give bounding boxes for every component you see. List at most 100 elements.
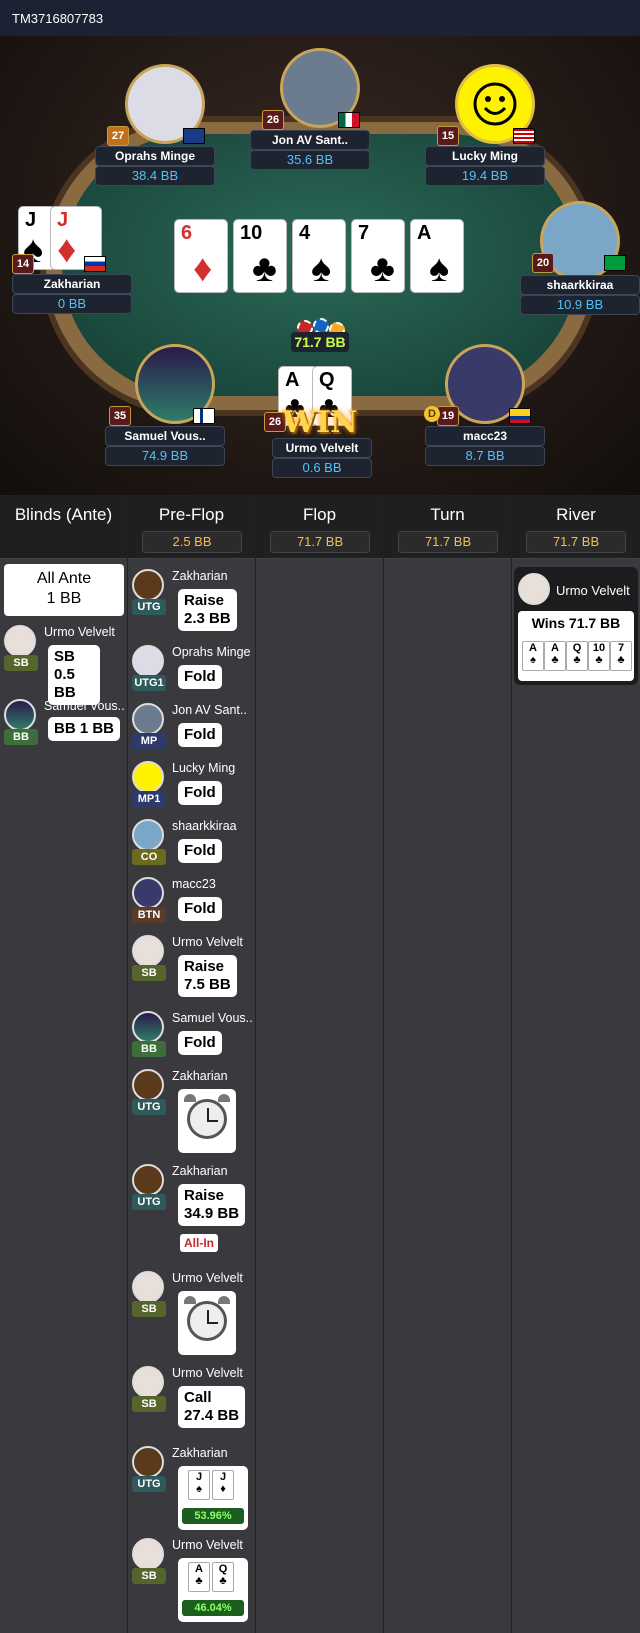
player-name: Urmo Velvelt	[272, 438, 372, 458]
position-badge: SB	[132, 965, 166, 981]
flag-icon	[338, 112, 360, 128]
action-row: UTG Zakharian	[128, 1067, 256, 1159]
player-name: Lucky Ming	[425, 146, 545, 166]
action-bubble: Raise 2.3 BB	[178, 589, 237, 631]
action-row-showdown: SB Urmo Velvelt A ♣ Q ♣ 46.04%	[128, 1536, 256, 1628]
flag-icon	[513, 128, 535, 144]
position-badge: UTG	[132, 1099, 166, 1115]
blind-action: BB Samuel Vous.. BB 1 BB	[0, 697, 128, 757]
seat-samuel-vous[interactable]: 35 Samuel Vous.. 74.9 BB	[105, 344, 225, 474]
mini-card: Q ♣	[212, 1562, 234, 1592]
street-pot: 71.7 BB	[270, 531, 370, 553]
street-pot: 71.7 BB	[526, 531, 626, 553]
action-row-showdown: UTG Zakharian J ♠ J ♦ 53.96%	[128, 1444, 256, 1530]
action-bubble: Raise 34.9 BB	[178, 1184, 246, 1226]
hand-id-bar: TM3716807783	[0, 0, 640, 36]
column-river: River 71.7 BB Urmo Velvelt Wins 71.7 BB …	[512, 495, 640, 1633]
player-name: Samuel Vous..	[105, 426, 225, 446]
player-name: Jon AV Sant..	[172, 703, 247, 717]
avatar	[518, 573, 550, 605]
avatar	[132, 1366, 164, 1398]
position-badge: UTG	[132, 1476, 166, 1492]
player-name: Lucky Ming	[172, 761, 236, 775]
action-bubble: Call 27.4 BB	[178, 1386, 246, 1428]
mini-card: A ♣	[544, 641, 566, 671]
ante-amount: 1 BB	[46, 590, 82, 607]
seat-oprahs-minge[interactable]: 27 Oprahs Minge 38.4 BB	[95, 64, 215, 194]
avatar	[4, 699, 36, 731]
player-stack: 0.6 BB	[272, 458, 372, 478]
player-stack: 38.4 BB	[95, 166, 215, 186]
alarm-clock-icon	[178, 1089, 236, 1153]
column-preflop: Pre-Flop 2.5 BB UTG Zakharian Raise 2.3 B…	[128, 495, 256, 1633]
avatar	[132, 569, 164, 601]
player-stack: 10.9 BB	[520, 295, 640, 315]
player-name: Urmo Velvelt	[172, 1271, 243, 1285]
position-badge: UTG1	[132, 675, 166, 691]
action-row: CO shaarkkiraa Fold	[128, 817, 256, 877]
all-in-badge: All-In	[180, 1234, 218, 1252]
pot-amount: 71.7 BB	[291, 332, 349, 352]
player-name: Oprahs Minge	[95, 146, 215, 166]
column-header: Pre-Flop 2.5 BB	[128, 495, 255, 559]
action-row: BTN macc23 Fold	[128, 875, 256, 935]
action-row: MP1 Lucky Ming Fold	[128, 759, 256, 819]
player-stack: 19.4 BB	[425, 166, 545, 186]
player-stack: 8.7 BB	[425, 446, 545, 466]
player-name: Zakharian	[172, 1069, 228, 1083]
avatar	[132, 1446, 164, 1478]
smiley-avatar	[132, 761, 164, 793]
avatar	[132, 1271, 164, 1303]
flag-icon	[183, 128, 205, 144]
column-turn: Turn 71.7 BB	[384, 495, 512, 1633]
flag-icon	[604, 255, 626, 271]
seat-shaarkkiraa[interactable]: 20 shaarkkiraa 10.9 BB	[520, 201, 640, 331]
seat-macc23[interactable]: 19 macc23 8.7 BB	[425, 344, 545, 474]
player-stack: 74.9 BB	[105, 446, 225, 466]
mini-card: A ♠	[522, 641, 544, 671]
seat-lucky-ming[interactable]: 15 Lucky Ming 19.4 BB	[425, 64, 545, 194]
action-bubble: Fold	[178, 665, 222, 689]
position-badge: UTG	[132, 599, 166, 615]
player-name: Zakharian	[12, 274, 132, 294]
hand-id: TM3716807783	[12, 11, 104, 26]
player-name: Jon AV Sant..	[250, 130, 370, 150]
avatar	[132, 877, 164, 909]
win-badge: WIN	[282, 405, 358, 440]
action-row: UTG Zakharian Raise 34.9 BB All-In	[128, 1162, 256, 1262]
mini-card: A ♣	[188, 1562, 210, 1592]
avatar	[132, 819, 164, 851]
action-bubble: Fold	[178, 781, 222, 805]
player-name: macc23	[172, 877, 216, 891]
position-badge: SB	[132, 1396, 166, 1412]
flag-icon	[509, 408, 531, 424]
avatar	[132, 1164, 164, 1196]
winner-name: Urmo Velvelt	[556, 583, 630, 598]
position-badge: BB	[132, 1041, 166, 1057]
board-card: A ♠	[410, 219, 464, 293]
position-badge: SB	[4, 655, 38, 671]
action-bubble: SB 0.5 BB	[48, 645, 100, 705]
action-row: SB Urmo Velvelt Raise 7.5 BB	[128, 933, 256, 997]
mini-card: Q ♣	[566, 641, 588, 671]
seat-jon-av-sant[interactable]: 26 Jon AV Sant.. 35.6 BB	[250, 48, 370, 178]
poker-table-view: 27 Oprahs Minge 38.4 BB 26 Jon AV Sant..…	[0, 36, 640, 495]
winner-result-box: Wins 71.7 BB A ♠ A ♣ Q ♣ 10 ♣ 7 ♣	[518, 611, 634, 681]
player-name: Zakharian	[172, 1446, 228, 1460]
position-badge: UTG	[132, 1194, 166, 1210]
column-header: Flop 71.7 BB	[256, 495, 383, 559]
action-row: BB Samuel Vous.. Fold	[128, 1009, 256, 1069]
action-bubble: BB 1 BB	[48, 717, 121, 741]
blind-action: SB Urmo Velvelt SB 0.5 BB	[0, 623, 128, 705]
mini-card: J ♦	[212, 1470, 234, 1500]
seat-zakharian[interactable]: J ♠ J ♦ 14 Zakharian 0 BB	[0, 206, 132, 336]
street-pot: 2.5 BB	[142, 531, 242, 553]
ante-label: All Ante	[36, 570, 92, 587]
level-badge: 15	[437, 126, 459, 146]
mini-card: 10 ♣	[588, 641, 610, 671]
action-row: SB Urmo Velvelt Call 27.4 BB	[128, 1364, 256, 1440]
action-history[interactable]: Blinds (Ante) All Ante 1 BB SB Urmo Velv…	[0, 495, 640, 1633]
player-name: Urmo Velvelt	[172, 1366, 243, 1380]
player-name: Oprahs Minge	[172, 645, 251, 659]
player-name: Zakharian	[172, 569, 228, 583]
